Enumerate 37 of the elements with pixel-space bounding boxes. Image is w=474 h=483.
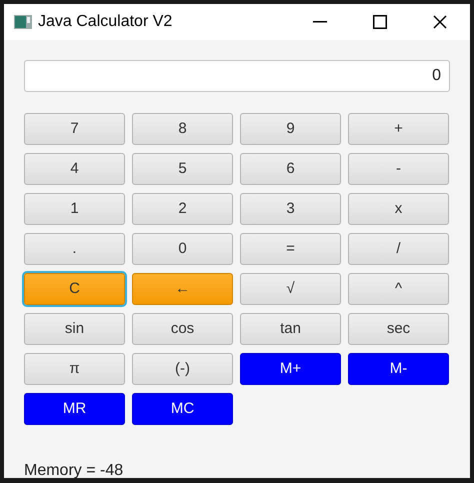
calculator-key[interactable]: 8 bbox=[132, 113, 233, 145]
calculator-key[interactable]: √ bbox=[240, 273, 341, 305]
calculator-key[interactable]: 5 bbox=[132, 153, 233, 185]
calculator-key[interactable]: sin bbox=[24, 313, 125, 345]
calculator-key[interactable]: 4 bbox=[24, 153, 125, 185]
calculator-key[interactable]: 0 bbox=[132, 233, 233, 265]
calculator-key[interactable]: C bbox=[24, 273, 125, 305]
calculator-key[interactable]: 3 bbox=[240, 193, 341, 225]
calculator-key[interactable]: . bbox=[24, 233, 125, 265]
display-field[interactable]: 0 bbox=[24, 60, 450, 92]
calculator-key[interactable]: cos bbox=[132, 313, 233, 345]
window-title: Java Calculator V2 bbox=[38, 12, 172, 32]
close-icon bbox=[433, 15, 447, 29]
calculator-key[interactable]: MC bbox=[132, 393, 233, 425]
calculator-key[interactable]: 9 bbox=[240, 113, 341, 145]
calculator-key[interactable]: x bbox=[348, 193, 449, 225]
maximize-icon bbox=[373, 15, 387, 29]
calculator-key[interactable]: (-) bbox=[132, 353, 233, 385]
calculator-key[interactable]: 2 bbox=[132, 193, 233, 225]
calculator-key[interactable]: + bbox=[348, 113, 449, 145]
app-icon bbox=[14, 15, 32, 29]
calculator-key[interactable]: 7 bbox=[24, 113, 125, 145]
calculator-key[interactable]: - bbox=[348, 153, 449, 185]
calculator-key[interactable]: π bbox=[24, 353, 125, 385]
calculator-key[interactable]: 6 bbox=[240, 153, 341, 185]
calculator-key[interactable]: ^ bbox=[348, 273, 449, 305]
calculator-key[interactable]: M- bbox=[348, 353, 449, 385]
memory-label: Memory = -48 bbox=[24, 461, 124, 481]
calculator-key[interactable]: sec bbox=[348, 313, 449, 345]
calculator-key[interactable]: ← bbox=[132, 273, 233, 305]
minimize-icon bbox=[313, 21, 327, 23]
calculator-key[interactable]: 1 bbox=[24, 193, 125, 225]
calculator-key[interactable]: tan bbox=[240, 313, 341, 345]
calculator-key[interactable]: MR bbox=[24, 393, 125, 425]
calculator-key[interactable]: = bbox=[240, 233, 341, 265]
calculator-key[interactable]: M+ bbox=[240, 353, 341, 385]
calculator-key[interactable]: / bbox=[348, 233, 449, 265]
